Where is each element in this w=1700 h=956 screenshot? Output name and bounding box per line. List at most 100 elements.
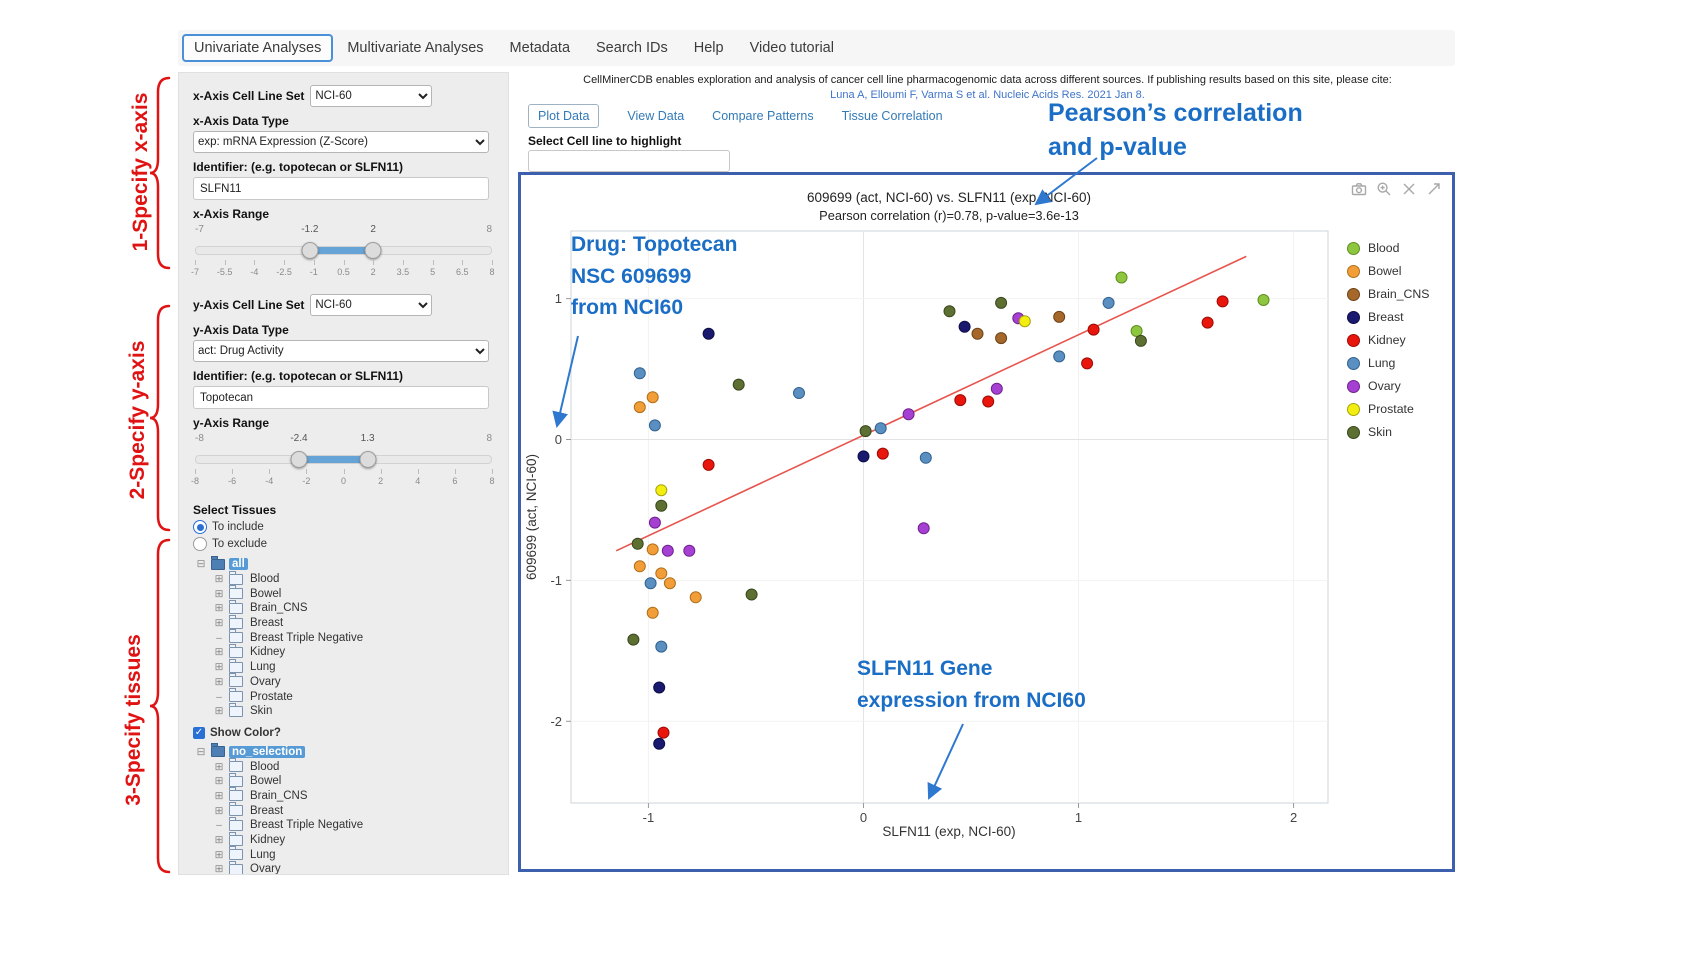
point-kidney[interactable] <box>1082 358 1093 369</box>
tab-compare-patterns[interactable]: Compare Patterns <box>712 109 813 123</box>
collapse-icon[interactable]: ⊟ <box>195 558 207 570</box>
point-prostate[interactable] <box>656 485 667 496</box>
nav-item-help[interactable]: Help <box>682 34 736 62</box>
point-bowel[interactable] <box>656 568 667 579</box>
point-lung[interactable] <box>875 423 886 434</box>
tree-item-exc-breast-triple-negative[interactable]: –Breast Triple Negative <box>213 818 494 833</box>
x-identifier-input[interactable] <box>193 177 489 200</box>
point-ovary[interactable] <box>991 383 1002 394</box>
point-lung[interactable] <box>645 578 656 589</box>
point-bowel[interactable] <box>634 402 645 413</box>
point-ovary[interactable] <box>903 409 914 420</box>
tree-item-inc-lung[interactable]: ⊞Lung <box>213 660 494 675</box>
slider-handle-to[interactable] <box>359 451 376 468</box>
tree-item-inc-skin[interactable]: ⊞Skin <box>213 704 494 719</box>
point-lung[interactable] <box>634 368 645 379</box>
point-ovary[interactable] <box>684 545 695 556</box>
y-cell-line-set-select[interactable]: NCI-60 <box>310 294 432 316</box>
point-skin[interactable] <box>860 426 871 437</box>
point-skin[interactable] <box>1135 335 1146 346</box>
x-range-slider[interactable]: -78-1.22-7-5.5-4-2.5-10.523.556.58 <box>195 224 492 284</box>
x-data-type-select[interactable]: exp: mRNA Expression (Z-Score) <box>193 131 489 153</box>
point-ovary[interactable] <box>649 517 660 528</box>
tree-item-exc-brain-cns[interactable]: ⊞Brain_CNS <box>213 789 494 804</box>
expand-icon[interactable] <box>1426 181 1442 197</box>
point-bowel[interactable] <box>647 607 658 618</box>
point-kidney[interactable] <box>1202 317 1213 328</box>
point-breast[interactable] <box>654 682 665 693</box>
tab-tissue-correlation[interactable]: Tissue Correlation <box>842 109 943 123</box>
legend-item-blood[interactable]: Blood <box>1347 241 1430 255</box>
point-kidney[interactable] <box>1088 324 1099 335</box>
highlight-cell-line-input[interactable] <box>528 150 730 172</box>
point-lung[interactable] <box>920 452 931 463</box>
expand-icon[interactable]: ⊞ <box>213 761 225 773</box>
expand-icon[interactable]: ⊞ <box>213 573 225 585</box>
radio-exclude-control[interactable] <box>193 537 207 551</box>
point-skin[interactable] <box>632 538 643 549</box>
nav-item-video-tutorial[interactable]: Video tutorial <box>738 34 846 62</box>
camera-icon[interactable] <box>1351 181 1367 197</box>
point-bowel[interactable] <box>664 578 675 589</box>
close-icon[interactable] <box>1401 181 1417 197</box>
point-bowel[interactable] <box>647 544 658 555</box>
point-skin[interactable] <box>656 500 667 511</box>
tree-item-inc-breast-triple-negative[interactable]: –Breast Triple Negative <box>213 630 494 645</box>
legend-item-brain-cns[interactable]: Brain_CNS <box>1347 287 1430 301</box>
point-lung[interactable] <box>1103 297 1114 308</box>
point-ovary[interactable] <box>662 545 673 556</box>
tab-view-data[interactable]: View Data <box>627 109 684 123</box>
tree-item-inc-blood[interactable]: ⊞Blood <box>213 572 494 587</box>
legend-item-lung[interactable]: Lung <box>1347 356 1430 370</box>
expand-icon[interactable]: ⊞ <box>213 863 225 875</box>
legend-item-prostate[interactable]: Prostate <box>1347 402 1430 416</box>
x-cell-line-set-select[interactable]: NCI-60 <box>310 85 432 107</box>
point-lung[interactable] <box>649 420 660 431</box>
expand-icon[interactable]: ⊞ <box>213 646 225 658</box>
point-lung[interactable] <box>656 641 667 652</box>
point-breast[interactable] <box>703 328 714 339</box>
point-skin[interactable] <box>733 379 744 390</box>
nav-item-multivariate-analyses[interactable]: Multivariate Analyses <box>335 34 495 62</box>
tree-item-inc-breast[interactable]: ⊞Breast <box>213 616 494 631</box>
collapse-icon[interactable]: ⊟ <box>195 746 207 758</box>
point-prostate[interactable] <box>1019 316 1030 327</box>
slider-handle-to[interactable] <box>365 242 382 259</box>
legend-item-breast[interactable]: Breast <box>1347 310 1430 324</box>
tree-item-inc-prostate[interactable]: –Prostate <box>213 689 494 704</box>
point-lung[interactable] <box>1054 351 1065 362</box>
point-bowel[interactable] <box>690 592 701 603</box>
expand-icon[interactable]: ⊞ <box>213 676 225 688</box>
slider-handle-from[interactable] <box>301 242 318 259</box>
expand-icon[interactable]: ⊞ <box>213 834 225 846</box>
point-kidney[interactable] <box>1217 296 1228 307</box>
point-skin[interactable] <box>996 297 1007 308</box>
tree-item-inc-bowel[interactable]: ⊞Bowel <box>213 586 494 601</box>
slider-handle-from[interactable] <box>290 451 307 468</box>
point-lung[interactable] <box>794 388 805 399</box>
point-brain-cns[interactable] <box>996 333 1007 344</box>
tree-item-inc-ovary[interactable]: ⊞Ovary <box>213 675 494 690</box>
point-skin[interactable] <box>746 589 757 600</box>
point-blood[interactable] <box>1131 326 1142 337</box>
point-kidney[interactable] <box>703 459 714 470</box>
point-kidney[interactable] <box>983 396 994 407</box>
tree-item-exc-ovary[interactable]: ⊞Ovary <box>213 862 494 875</box>
radio-to-exclude[interactable]: To exclude <box>193 537 494 551</box>
point-kidney[interactable] <box>955 395 966 406</box>
point-breast[interactable] <box>858 451 869 462</box>
tree-root-all[interactable]: ⊟all <box>195 557 494 572</box>
legend-item-skin[interactable]: Skin <box>1347 425 1430 439</box>
show-color-row[interactable]: ✓ Show Color? <box>193 727 494 739</box>
point-skin[interactable] <box>628 634 639 645</box>
radio-include-control[interactable] <box>193 520 207 534</box>
expand-icon[interactable]: ⊞ <box>213 849 225 861</box>
expand-icon[interactable]: ⊞ <box>213 617 225 629</box>
point-skin[interactable] <box>944 306 955 317</box>
expand-icon[interactable]: ⊞ <box>213 705 225 717</box>
point-ovary[interactable] <box>918 523 929 534</box>
y-range-slider[interactable]: -88-2.41.3-8-6-4-202468 <box>195 433 492 493</box>
point-bowel[interactable] <box>634 561 645 572</box>
tree-item-exc-kidney[interactable]: ⊞Kidney <box>213 833 494 848</box>
tree-item-exc-breast[interactable]: ⊞Breast <box>213 803 494 818</box>
